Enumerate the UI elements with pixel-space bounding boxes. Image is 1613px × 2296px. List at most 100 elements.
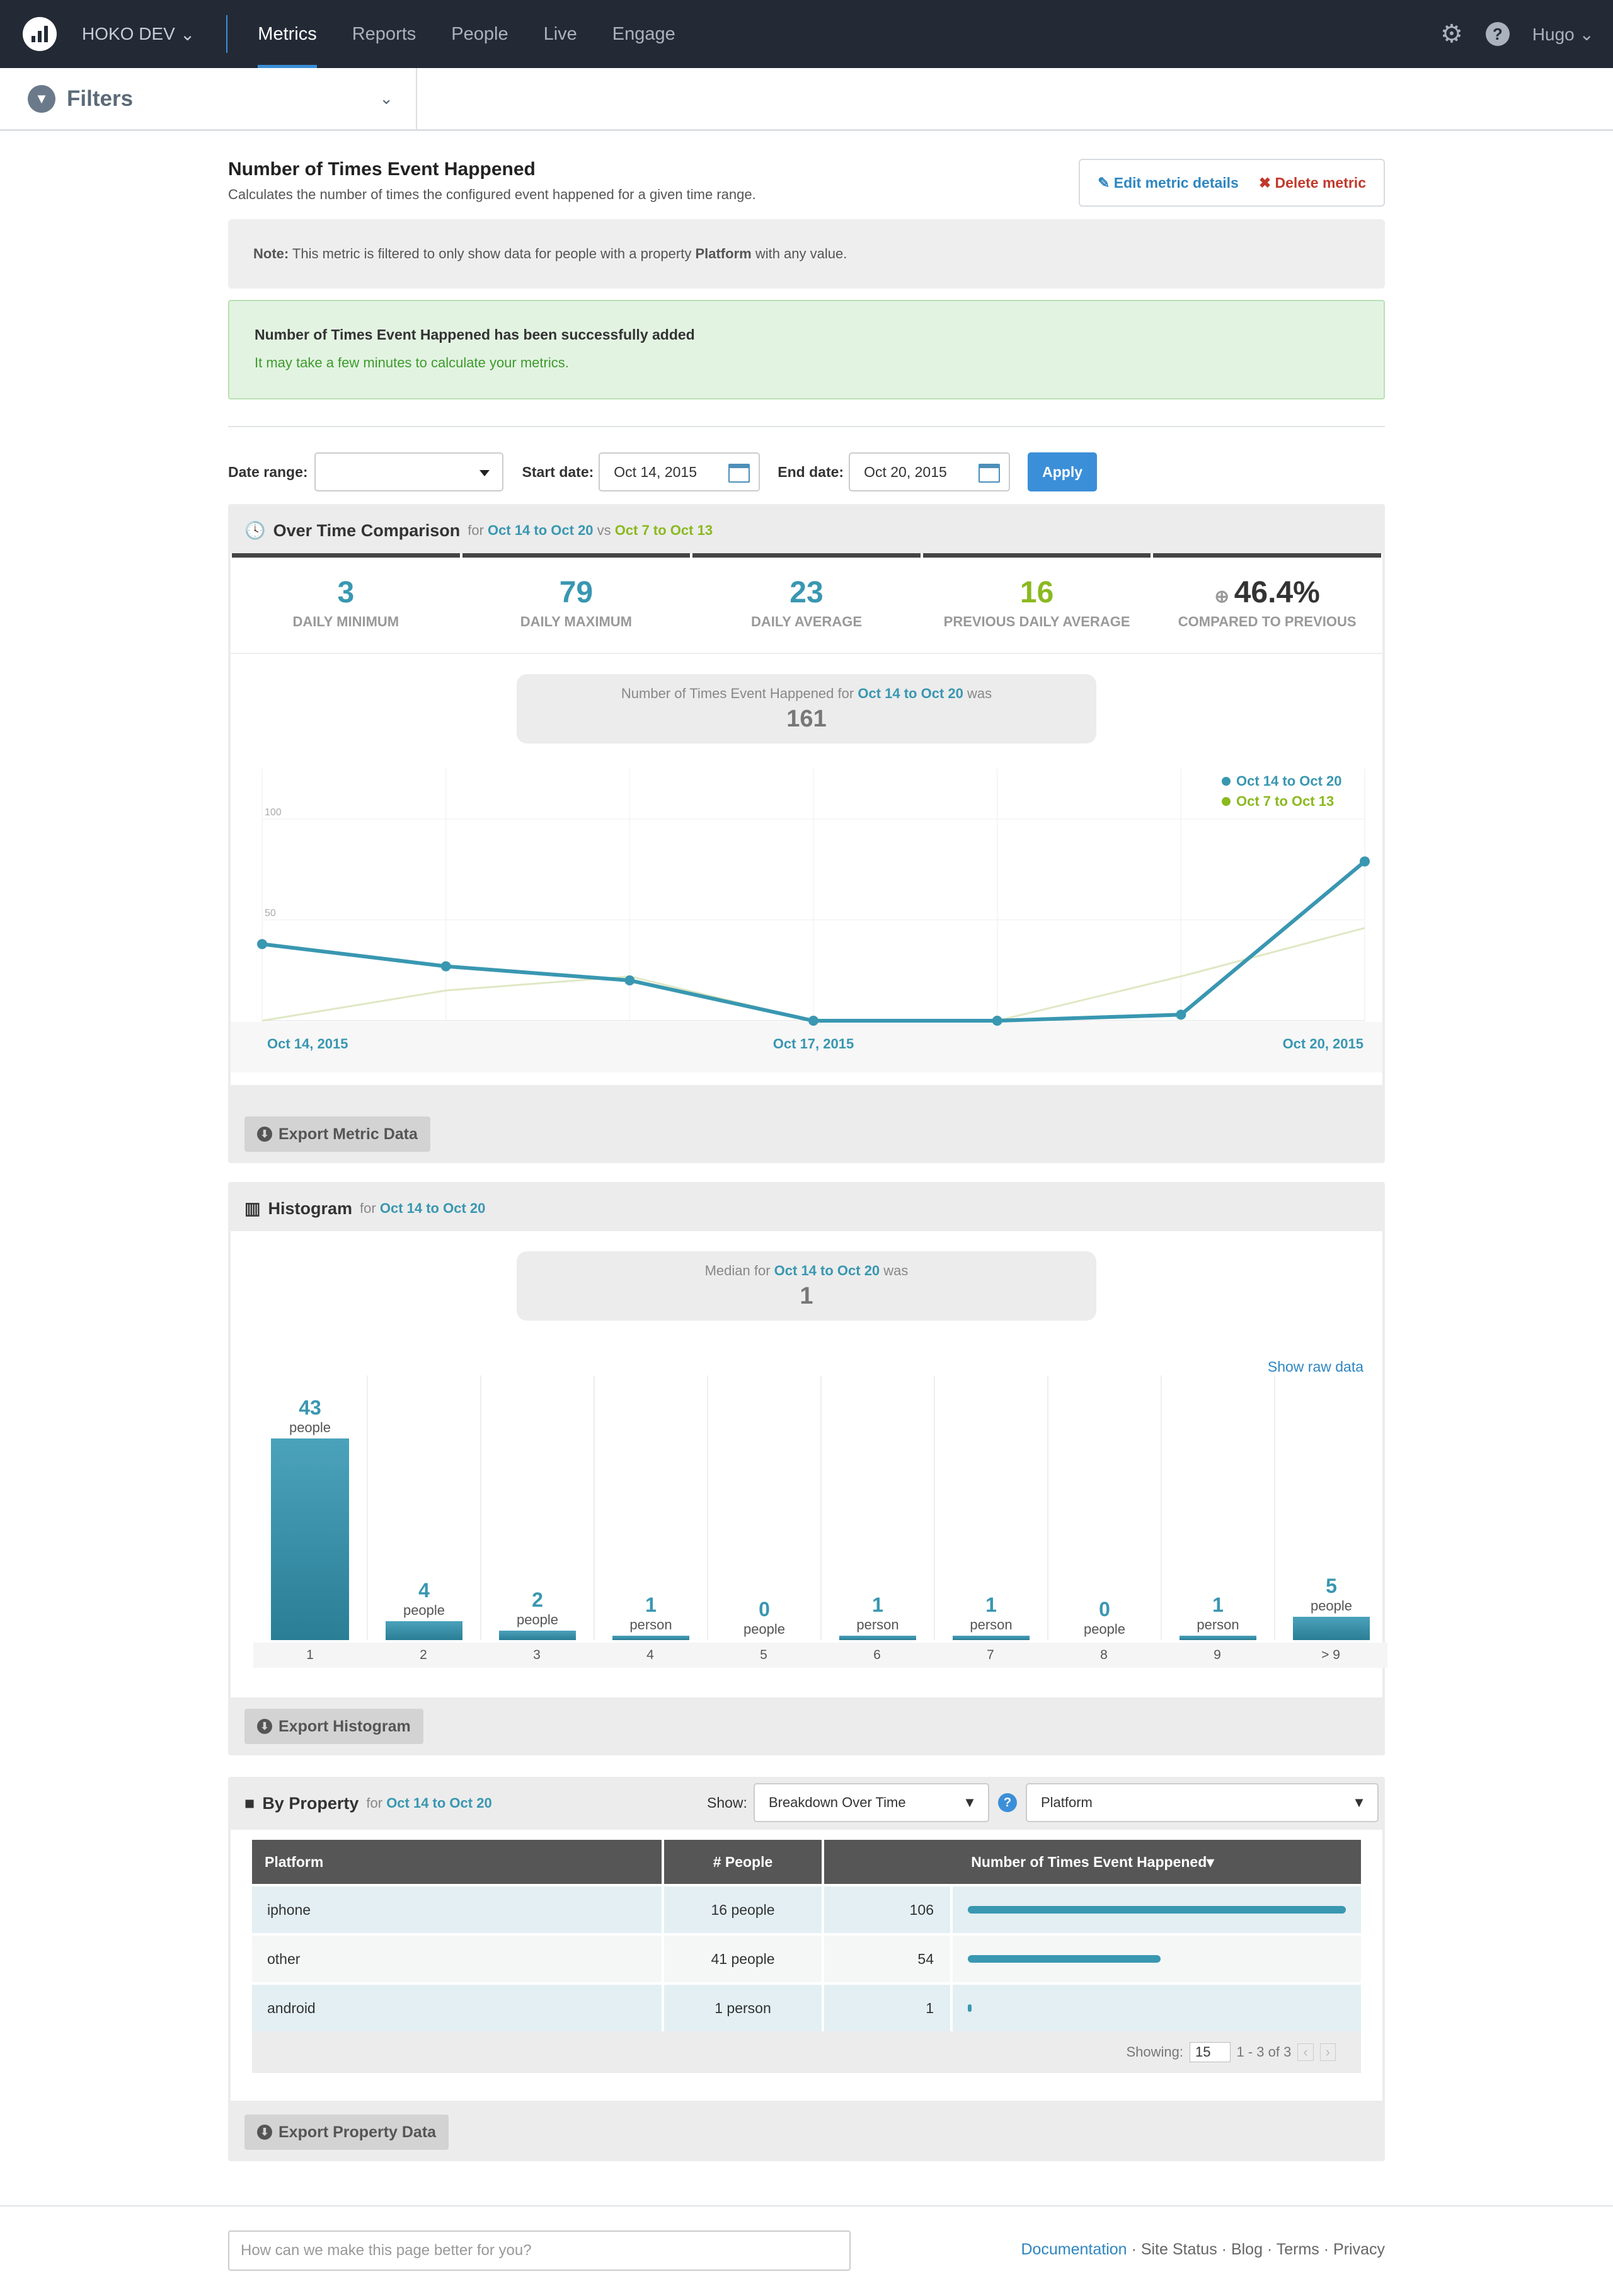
pagination-bar: Showing: 15 1 - 3 of 3 ‹ › [252,2031,1361,2073]
next-page-button[interactable]: › [1319,2043,1336,2061]
histogram-bar[interactable] [953,1636,1030,1640]
bin-label: 3 [480,1643,594,1668]
note-text-end: with any value. [751,246,847,261]
date-range-select[interactable] [314,452,503,491]
people-cell: 16 people [664,1884,822,1933]
footer-link-documentation[interactable]: Documentation [1021,2241,1127,2258]
legend-marker [1222,797,1231,806]
export-histogram-button[interactable]: ⬇ Export Histogram [244,1709,423,1744]
footer-link-blog[interactable]: Blog [1231,2241,1263,2258]
median-was: was [883,1263,909,1278]
histogram-bar[interactable] [1293,1617,1370,1640]
stat-value: 79 [462,575,691,610]
nav-tab-people[interactable]: People [433,0,525,68]
chevron-down-icon: ⌄ [379,89,393,108]
calendar-icon[interactable] [979,464,1001,483]
y-tick-label: 50 [265,908,276,919]
delete-metric-button[interactable]: ✖ Delete metric [1259,175,1366,192]
histogram-bin: 0 people [707,1375,820,1640]
pencil-icon: ✎ [1098,174,1114,191]
question-icon[interactable]: ? [1485,22,1510,46]
stat-number: 16 [1019,576,1054,609]
apply-button[interactable]: Apply [1028,452,1098,491]
panel-title: Over Time Comparison [273,520,461,540]
stat-1: 79 DAILY MAXIMUM [462,553,691,653]
table-row[interactable]: android 1 person 1 [252,1982,1361,2031]
bin-count: 2 [532,1588,543,1611]
footer-link-privacy[interactable]: Privacy [1333,2241,1385,2258]
bin-count: 1 [645,1593,657,1616]
column-header-platform[interactable]: Platform [252,1840,662,1884]
for-text: for [366,1795,383,1811]
end-date-input[interactable]: Oct 20, 2015 [849,452,1011,491]
prev-page-button[interactable]: ‹ [1297,2043,1314,2061]
histogram-bar[interactable] [839,1636,916,1640]
success-heading: Number of Times Event Happened has been … [255,326,695,343]
export-metric-button[interactable]: ⬇ Export Metric Data [244,1116,430,1152]
histogram-bar[interactable] [1180,1636,1256,1640]
histogram-bin: 1 person [1161,1375,1274,1640]
nav-tab-reports[interactable]: Reports [335,0,434,68]
feedback-input[interactable]: How can we make this page better for you… [228,2230,851,2271]
histogram-bin: 0 people [1047,1375,1161,1640]
median-range: Oct 14 to Oct 20 [774,1263,880,1278]
nav-tab-engage[interactable]: Engage [595,0,693,68]
project-selector[interactable]: HOKO DEV ⌄ [82,24,195,45]
note-prefix: Note: [253,246,289,261]
stat-number: 79 [559,576,594,609]
total-summary: Number of Times Event Happened for Oct 1… [517,674,1096,743]
nav-tab-metrics[interactable]: Metrics [240,0,334,68]
bin-unit: people [289,1420,331,1435]
histogram-bin: 43 people [253,1375,367,1640]
export-label: Export Metric Data [278,1125,418,1143]
user-name: Hugo [1532,24,1575,44]
user-menu[interactable]: Hugo ⌄ [1532,24,1594,45]
panel-title: Histogram [268,1198,353,1218]
bin-label: 5 [707,1643,820,1668]
histogram-bar[interactable] [612,1636,689,1640]
bin-unit: person [970,1617,1013,1633]
bin-count: 1 [1212,1593,1224,1616]
close-icon: ✖ [1258,174,1275,191]
filters-toggle[interactable]: ▼ Filters ⌄ [0,68,417,129]
stat-number: 23 [789,576,824,609]
filters-bar: ▼ Filters ⌄ [0,68,1613,131]
column-header-count[interactable]: Number of Times Event Happened▾ [824,1840,1361,1884]
summary-for: for [837,686,854,701]
over-time-panel: 🕓 Over Time Comparison for Oct 14 to Oct… [228,504,1385,1163]
nav-tab-live[interactable]: Live [526,0,595,68]
table-row[interactable]: iphone 16 people 106 [252,1884,1361,1933]
footer-link-site-status[interactable]: Site Status [1141,2241,1217,2258]
histogram-bar[interactable] [271,1438,349,1640]
stat-0: 3 DAILY MINIMUM [232,553,460,653]
for-text: for [360,1200,376,1216]
help-icon[interactable]: ? [997,1793,1017,1812]
bin-label: 8 [1047,1643,1161,1668]
bin-label: > 9 [1274,1643,1387,1668]
edit-metric-button[interactable]: ✎ Edit metric details [1098,175,1239,192]
table-row[interactable]: other 41 people 54 [252,1933,1361,1982]
metric-actions: ✎ Edit metric details ✖ Delete metric [1079,159,1385,207]
count-cell: 54 [824,1933,950,1982]
app-logo-icon[interactable] [23,17,57,51]
delete-label: Delete metric [1275,174,1366,191]
calendar-icon[interactable] [728,464,750,483]
histogram-bar[interactable] [386,1621,462,1640]
show-select[interactable]: Breakdown Over Time ▼ [753,1783,989,1822]
footer-link-terms[interactable]: Terms [1277,2241,1319,2258]
histogram-bar[interactable] [499,1631,576,1640]
success-message: It may take a few minutes to calculate y… [255,355,569,370]
bin-count: 0 [1099,1598,1110,1621]
property-select[interactable]: Platform ▼ [1025,1783,1379,1822]
page-size-select[interactable]: 15 [1190,2042,1231,2062]
legend-marker [1222,777,1231,786]
arrow-up-circle-icon: ⊕ [1214,587,1234,606]
footer-divider [0,2205,1613,2207]
data-point [257,939,267,950]
start-date-input[interactable]: Oct 14, 2015 [599,452,761,491]
gear-icon[interactable]: ⚙ [1440,20,1463,49]
show-raw-data-link[interactable]: Show raw data [1268,1358,1363,1375]
column-header-people[interactable]: # People [664,1840,822,1884]
export-property-button[interactable]: ⬇ Export Property Data [244,2115,449,2150]
legend-label: Oct 7 to Oct 13 [1236,793,1334,809]
